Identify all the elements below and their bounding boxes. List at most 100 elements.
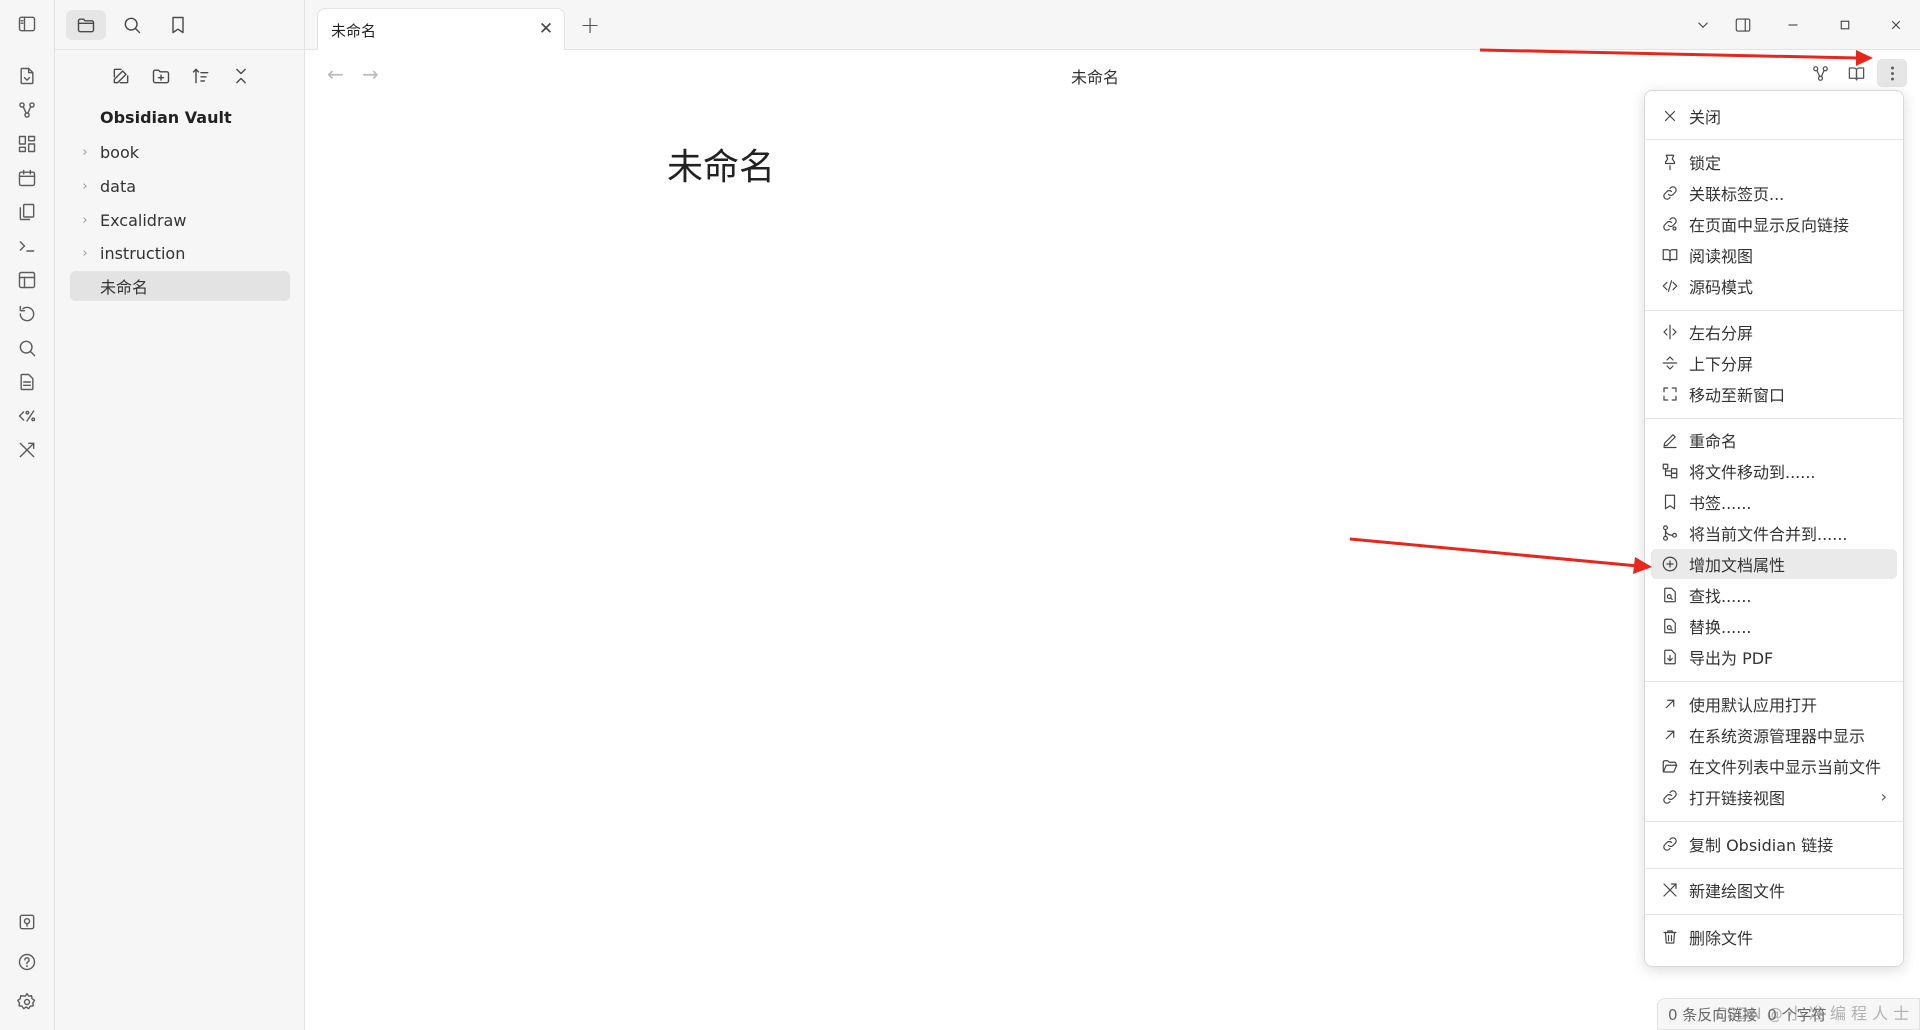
pin-icon bbox=[1664, 154, 1676, 171]
menu-item-reading-view[interactable]: 阅读视图 bbox=[1651, 240, 1897, 270]
minimize-window-icon[interactable] bbox=[1780, 12, 1806, 38]
menu-item-bookmark[interactable]: 书签...... bbox=[1651, 487, 1897, 517]
tab-bookmarks[interactable] bbox=[158, 10, 198, 40]
vault-switcher-icon[interactable] bbox=[13, 908, 41, 936]
menu-item-label: 书签...... bbox=[1689, 494, 1752, 513]
menu-item-label: 导出为 PDF bbox=[1689, 649, 1774, 668]
menu-item-open-linked-view[interactable]: 打开链接视图 › bbox=[1651, 782, 1897, 812]
layout-icon[interactable] bbox=[13, 266, 41, 294]
menu-item-label: 增加文档属性 bbox=[1689, 556, 1786, 575]
sidebar-toggle-icon[interactable] bbox=[13, 10, 41, 38]
right-sidebar-toggle-icon[interactable] bbox=[1730, 12, 1756, 38]
menu-item-close[interactable]: 关闭 bbox=[1651, 101, 1897, 131]
menu-separator bbox=[1645, 821, 1903, 822]
more-options-menu: 关闭 锁定 关联标签页... 在页面中显示反向链接 阅读视图 源码模式 左右分屏 bbox=[1644, 90, 1904, 967]
tree-folder-book[interactable]: › book bbox=[70, 137, 290, 167]
tree-folder-instruction[interactable]: › instruction bbox=[70, 238, 290, 268]
menu-item-label: 打开链接视图 bbox=[1689, 789, 1786, 808]
menu-item-delete-file[interactable]: 删除文件 bbox=[1651, 922, 1897, 952]
more-options-button[interactable] bbox=[1877, 59, 1907, 87]
close-window-icon[interactable] bbox=[1883, 12, 1909, 38]
folder-open-icon bbox=[1662, 760, 1678, 773]
menu-item-label: 移动至新窗口 bbox=[1689, 386, 1786, 405]
copy-files-icon[interactable] bbox=[13, 198, 41, 226]
submenu-chevron-icon: › bbox=[1880, 787, 1887, 806]
maximize-window-icon[interactable] bbox=[1832, 12, 1858, 38]
menu-item-move-to-window[interactable]: 移动至新窗口 bbox=[1651, 379, 1897, 409]
plus-circle-icon bbox=[1662, 556, 1678, 572]
link-icon bbox=[1663, 790, 1677, 804]
open-switcher-icon[interactable] bbox=[13, 62, 41, 90]
tree-file-untitled[interactable]: 未命名 bbox=[70, 271, 290, 301]
document-title[interactable]: 未命名 bbox=[667, 138, 775, 190]
link-icon bbox=[1663, 837, 1677, 851]
file-replace-icon bbox=[1664, 618, 1676, 634]
menu-item-split-right[interactable]: 左右分屏 bbox=[1651, 317, 1897, 347]
menu-item-label: 在系统资源管理器中显示 bbox=[1689, 727, 1866, 746]
document-icon[interactable] bbox=[13, 368, 41, 396]
annotation-arrow-top bbox=[1480, 48, 1873, 66]
git-merge-icon bbox=[1663, 525, 1677, 541]
obsidian-app: Obsidian Vault › book › data › Excalidra… bbox=[0, 0, 1920, 1030]
menu-item-show-in-explorer[interactable]: 在系统资源管理器中显示 bbox=[1651, 720, 1897, 750]
arrow-up-right-icon bbox=[1665, 699, 1675, 709]
terminal-icon[interactable] bbox=[13, 232, 41, 260]
chevron-right-icon: › bbox=[82, 245, 88, 261]
menu-item-link-tab[interactable]: 关联标签页... bbox=[1651, 178, 1897, 208]
menu-item-copy-obsidian-link[interactable]: 复制 Obsidian 链接 bbox=[1651, 829, 1897, 859]
menu-item-move-file[interactable]: 将文件移动到...... bbox=[1651, 456, 1897, 486]
tree-folder-label: instruction bbox=[100, 243, 186, 263]
menu-item-find[interactable]: 查找...... bbox=[1651, 580, 1897, 610]
menu-item-pin[interactable]: 锁定 bbox=[1651, 147, 1897, 177]
settings-gear-icon[interactable] bbox=[13, 988, 41, 1016]
menu-separator bbox=[1645, 418, 1903, 419]
excalidraw-icon[interactable] bbox=[13, 436, 41, 464]
help-icon[interactable] bbox=[13, 948, 41, 976]
collapse-all-button[interactable] bbox=[227, 62, 255, 90]
tab-files[interactable] bbox=[66, 10, 106, 40]
menu-item-open-default-app[interactable]: 使用默认应用打开 bbox=[1651, 689, 1897, 719]
vault-name[interactable]: Obsidian Vault bbox=[100, 108, 232, 127]
tab-search[interactable] bbox=[112, 10, 152, 40]
tree-folder-data[interactable]: › data bbox=[70, 171, 290, 201]
left-ribbon bbox=[0, 0, 55, 1030]
menu-item-source-mode[interactable]: 源码模式 bbox=[1651, 271, 1897, 301]
menu-item-new-drawing[interactable]: 新建绘图文件 bbox=[1651, 875, 1897, 905]
close-tab-icon[interactable]: ✕ bbox=[536, 19, 556, 39]
menu-item-rename[interactable]: 重命名 bbox=[1651, 425, 1897, 455]
split-horizontal-icon bbox=[1662, 356, 1678, 370]
history-icon[interactable] bbox=[13, 300, 41, 328]
menu-item-split-down[interactable]: 上下分屏 bbox=[1651, 348, 1897, 378]
menu-item-label: 将当前文件合并到...... bbox=[1689, 525, 1848, 544]
tab-untitled[interactable]: 未命名 ✕ bbox=[317, 8, 565, 50]
tab-list-dropdown-icon[interactable] bbox=[1690, 12, 1716, 38]
templater-icon[interactable] bbox=[13, 402, 41, 430]
tree-file-label: 未命名 bbox=[100, 278, 149, 297]
search-icon[interactable] bbox=[13, 334, 41, 362]
maximize-icon bbox=[1663, 387, 1677, 401]
menu-item-add-property[interactable]: 增加文档属性 bbox=[1651, 549, 1897, 579]
menu-separator bbox=[1645, 914, 1903, 915]
menu-item-backlinks-in-doc[interactable]: 在页面中显示反向链接 bbox=[1651, 209, 1897, 239]
bookmark-icon bbox=[1664, 494, 1676, 510]
menu-item-label: 关闭 bbox=[1689, 108, 1722, 127]
new-tab-button[interactable]: + bbox=[577, 11, 603, 39]
link-icon bbox=[1663, 186, 1677, 200]
canvas-icon[interactable] bbox=[13, 130, 41, 158]
file-search-icon bbox=[1664, 587, 1676, 603]
menu-item-label: 源码模式 bbox=[1689, 278, 1754, 297]
menu-item-label: 关联标签页... bbox=[1689, 185, 1785, 204]
menu-item-replace[interactable]: 替换...... bbox=[1651, 611, 1897, 641]
menu-item-export-pdf[interactable]: 导出为 PDF bbox=[1651, 642, 1897, 672]
new-note-button[interactable] bbox=[107, 62, 135, 90]
graph-view-icon[interactable] bbox=[13, 96, 41, 124]
new-folder-button[interactable] bbox=[147, 62, 175, 90]
menu-item-label: 新建绘图文件 bbox=[1689, 882, 1786, 901]
menu-item-reveal-in-file-list[interactable]: 在文件列表中显示当前文件 bbox=[1651, 751, 1897, 781]
menu-separator bbox=[1645, 310, 1903, 311]
sort-button[interactable] bbox=[187, 62, 215, 90]
tree-folder-label: data bbox=[100, 176, 137, 196]
tree-folder-excalidraw[interactable]: › Excalidraw bbox=[70, 205, 290, 235]
calendar-icon[interactable] bbox=[13, 164, 41, 192]
menu-item-merge-file[interactable]: 将当前文件合并到...... bbox=[1651, 518, 1897, 548]
